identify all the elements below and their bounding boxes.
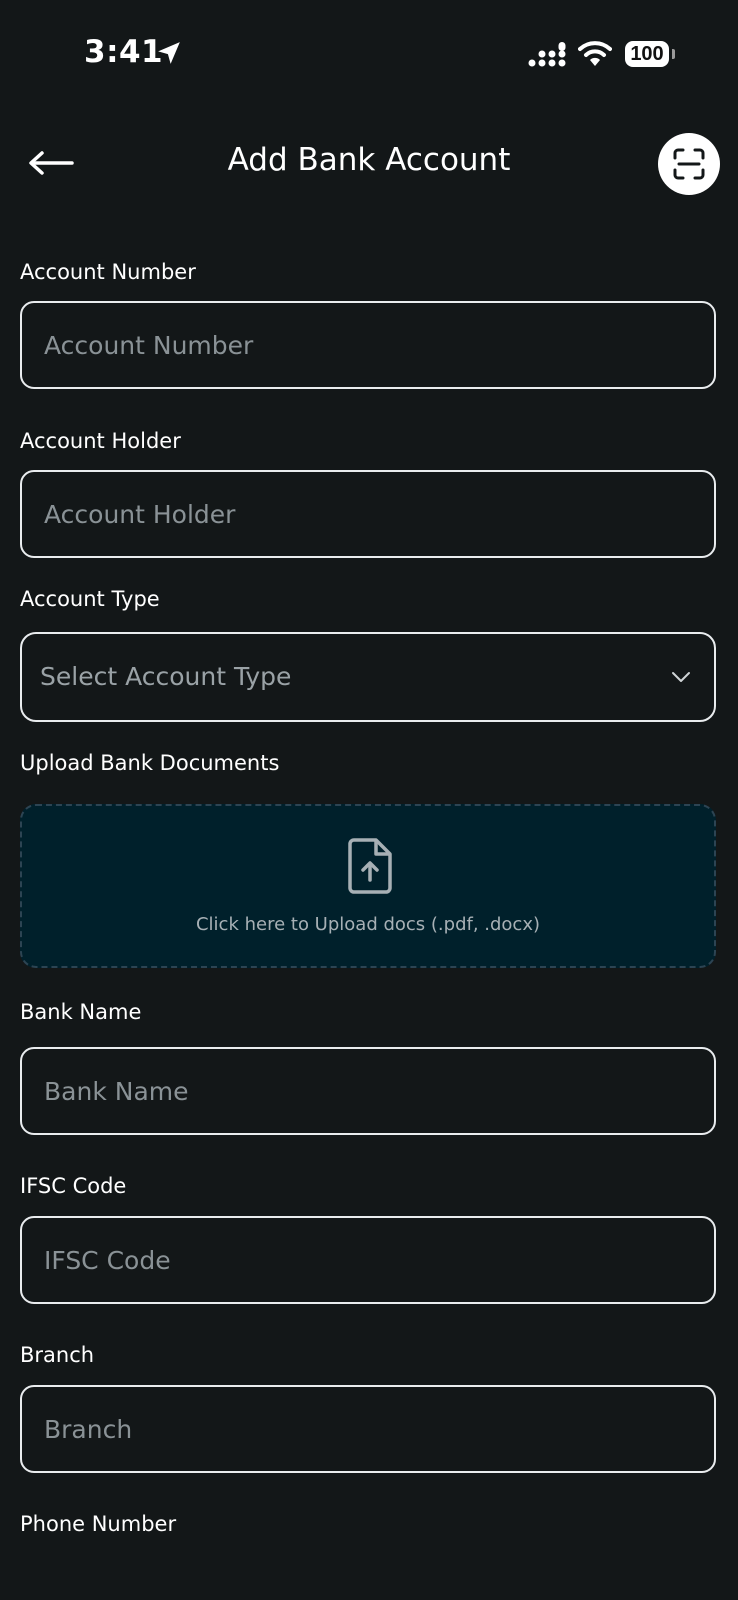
upload-instructions: Click here to Upload docs (.pdf, .docx) (195, 914, 541, 935)
battery-tip (672, 49, 675, 59)
page-header: Add Bank Account (0, 120, 738, 210)
bank-name-label: Bank Name (20, 1000, 142, 1024)
scan-icon (673, 148, 705, 180)
battery-icon: 100 (625, 41, 675, 69)
upload-documents-label: Upload Bank Documents (20, 751, 280, 775)
ifsc-code-input[interactable] (20, 1216, 716, 1304)
branch-label: Branch (20, 1343, 95, 1367)
account-number-label: Account Number (20, 260, 196, 284)
wifi-icon (578, 41, 612, 66)
bank-name-input[interactable] (20, 1047, 716, 1135)
chevron-down-icon (672, 672, 690, 682)
phone-number-label: Phone Number (20, 1512, 177, 1536)
account-number-input[interactable] (20, 301, 716, 389)
branch-input[interactable] (20, 1385, 716, 1473)
ifsc-code-label: IFSC Code (20, 1174, 127, 1198)
upload-documents-dropzone[interactable]: Click here to Upload docs (.pdf, .docx) (20, 804, 716, 968)
signal-bars-icon (528, 42, 566, 67)
account-type-label: Account Type (20, 587, 160, 611)
page-title: Add Bank Account (227, 142, 511, 178)
status-time: 3:41 (84, 34, 164, 70)
battery-level: 100 (625, 41, 669, 67)
account-type-selected: Select Account Type (40, 662, 292, 691)
account-holder-label: Account Holder (20, 429, 181, 453)
account-holder-input[interactable] (20, 470, 716, 558)
account-type-select[interactable]: Select Account Type (20, 632, 716, 722)
status-bar: 3:41 100 (0, 0, 738, 110)
location-arrow-icon (158, 42, 180, 64)
file-upload-icon (348, 838, 392, 894)
scan-button[interactable] (658, 133, 720, 195)
